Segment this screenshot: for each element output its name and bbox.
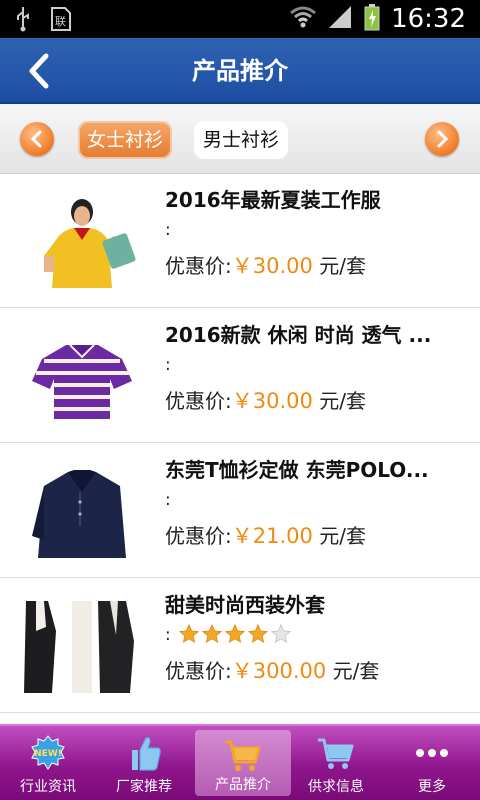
price-label: 优惠价: (165, 659, 232, 683)
product-image (22, 601, 142, 693)
chevron-left-icon (30, 130, 42, 148)
more-icon (412, 734, 452, 772)
nav-label: 厂家推荐 (116, 779, 172, 795)
price-label: 优惠价: (165, 254, 232, 278)
product-title: 东莞T恤衫定做 东莞POLO... (165, 458, 429, 482)
product-image (22, 196, 142, 288)
product-title: 2016年最新夏装工作服 (165, 188, 381, 212)
chevron-right-icon (437, 130, 449, 148)
back-button[interactable] (22, 52, 58, 90)
price-label: 优惠价: (165, 524, 232, 548)
wifi-icon (289, 4, 317, 34)
star-filled-icon (201, 623, 223, 644)
price-label: 优惠价: (165, 389, 232, 413)
product-item[interactable]: 东莞T恤衫定做 东莞POLO... : 优惠价:￥21.00 元/套 (0, 444, 480, 578)
product-item[interactable]: 2016年最新夏装工作服 : 优惠价:￥30.00 元/套 (0, 174, 480, 308)
battery-icon (363, 3, 381, 35)
category-prev-button[interactable] (20, 122, 54, 156)
bottom-nav: NEW! 行业资讯 厂家推荐 产品推介 供求信息 更多 (0, 724, 480, 800)
usb-icon (14, 6, 32, 36)
nav-industry-news[interactable]: NEW! 行业资讯 (0, 726, 96, 800)
product-price: 优惠价:￥30.00 元/套 (165, 250, 366, 280)
product-rating-label: : (165, 355, 171, 375)
star-filled-icon (247, 623, 269, 644)
signal-icon (327, 4, 353, 34)
product-image (22, 331, 142, 423)
price-unit: 元/套 (332, 659, 380, 683)
nav-label: 产品推介 (215, 777, 271, 793)
back-arrow-icon (29, 53, 49, 89)
category-next-button[interactable] (425, 122, 459, 156)
star-filled-icon (178, 623, 200, 644)
product-image (22, 466, 142, 558)
price-unit: 元/套 (319, 524, 366, 548)
tab-men-shirts[interactable]: 男士衬衫 (194, 121, 289, 159)
price-unit: 元/套 (319, 254, 366, 278)
nav-label: 行业资讯 (20, 779, 76, 795)
nav-product-promotion[interactable]: 产品推介 (195, 730, 291, 796)
product-rating-label: : (165, 220, 171, 240)
product-title: 甜美时尚西装外套 (165, 593, 325, 617)
nav-label: 供求信息 (308, 779, 364, 795)
nav-more[interactable]: 更多 (384, 726, 480, 800)
nav-label: 更多 (418, 779, 446, 795)
page-title: 产品推介 (192, 57, 288, 85)
product-title: 2016新款 休闲 时尚 透气 ... (165, 323, 432, 347)
status-bar: 联 16:32 (0, 0, 480, 38)
news-icon: NEW! (28, 734, 68, 772)
star-filled-icon (224, 623, 246, 644)
clock: 16:32 (391, 4, 466, 34)
title-bar: 产品推介 (0, 38, 480, 104)
price-amount: ￥21.00 (231, 524, 313, 548)
product-rating-label: : (165, 490, 171, 510)
category-bar: 女士衬衫 男士衬衫 (0, 104, 480, 174)
thumbs-up-icon (124, 734, 164, 772)
product-price: 优惠价:￥300.00 元/套 (165, 655, 379, 685)
nav-supply-demand[interactable]: 供求信息 (288, 726, 384, 800)
svg-text:NEW!: NEW! (34, 749, 62, 759)
sim-icon: 联 (50, 6, 72, 36)
svg-text:联: 联 (55, 15, 66, 28)
cart-icon (223, 736, 263, 774)
product-price: 优惠价:￥30.00 元/套 (165, 385, 366, 415)
price-amount: ￥30.00 (231, 389, 313, 413)
product-rating-label: : (165, 625, 171, 645)
product-price: 优惠价:￥21.00 元/套 (165, 520, 366, 550)
price-amount: ￥300.00 (231, 659, 327, 683)
star-empty-icon (270, 623, 292, 644)
product-item[interactable]: 2016新款 休闲 时尚 透气 ... : 优惠价:￥30.00 元/套 (0, 309, 480, 443)
product-rating (178, 623, 292, 645)
tab-women-shirts[interactable]: 女士衬衫 (78, 121, 173, 159)
price-unit: 元/套 (319, 389, 366, 413)
product-item[interactable]: 甜美时尚西装外套 : 优惠价:￥300.00 元/套 (0, 579, 480, 713)
nav-manufacturer-recommend[interactable]: 厂家推荐 (96, 726, 192, 800)
cart-icon (316, 734, 356, 772)
price-amount: ￥30.00 (231, 254, 313, 278)
